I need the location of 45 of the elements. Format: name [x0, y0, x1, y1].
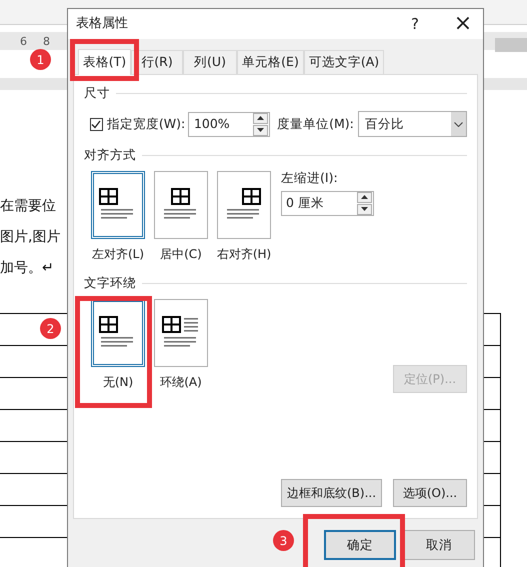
layout-option-button[interactable]: [154, 171, 208, 239]
paragraph-line: 在需要位: [0, 197, 57, 216]
scroll-marker: [495, 38, 527, 52]
spin-down-icon[interactable]: [253, 124, 268, 136]
width-field[interactable]: 100%: [188, 112, 270, 136]
tab[interactable]: 可选文字(A): [304, 50, 384, 74]
help-button[interactable]: ?: [405, 12, 425, 36]
paragraph-line: 图片,图片: [0, 228, 60, 247]
spin-down-icon[interactable]: [357, 204, 372, 215]
highlight-frame: [70, 39, 139, 81]
option-label: 无(N): [102, 374, 134, 391]
tab[interactable]: 表格(T): [78, 49, 131, 75]
paragraph-line: 加号。↵: [0, 259, 55, 278]
step-number: 2: [40, 318, 61, 339]
cancel-button[interactable]: 取消: [403, 530, 475, 560]
ruler-number: 6: [20, 34, 27, 50]
option-label: 居中(C): [160, 246, 202, 263]
tab[interactable]: 单元格(E): [237, 50, 304, 74]
tab[interactable]: 列(U): [183, 50, 237, 74]
field-label: 指定宽度(W):: [106, 114, 186, 133]
option-label: 环绕(A): [160, 374, 202, 391]
dialog-button[interactable]: 选项(O)...: [393, 479, 467, 507]
step-number: 1: [30, 49, 51, 70]
option-label: 右对齐(H): [216, 246, 272, 263]
unit-dropdown[interactable]: 百分比: [358, 111, 467, 137]
ok-button[interactable]: 确定: [324, 530, 396, 560]
section-heading: 对齐方式: [84, 146, 136, 164]
layout-option-button[interactable]: [91, 171, 145, 239]
option-label: 左对齐(L): [92, 246, 144, 263]
spin-up-icon[interactable]: [357, 192, 372, 203]
layout-option-button[interactable]: [154, 299, 208, 367]
checkbox[interactable]: [90, 118, 103, 130]
spin-up-icon[interactable]: [253, 112, 268, 124]
close-button[interactable]: ×: [453, 13, 473, 35]
ruler-number: 8: [43, 34, 50, 50]
layout-option-button[interactable]: [91, 299, 145, 367]
section-heading: 文字环绕: [84, 274, 136, 292]
dialog-button[interactable]: 边框和底纹(B)...: [281, 479, 382, 507]
field-label: 左缩进(I):: [281, 169, 339, 187]
field-label: 度量单位(M):: [277, 114, 355, 133]
window-title: 表格属性: [76, 15, 129, 34]
indent-field[interactable]: 0 厘米: [281, 190, 374, 216]
tab[interactable]: 行(R): [131, 50, 183, 74]
section-heading: 尺寸: [84, 84, 110, 102]
layout-option-button[interactable]: [217, 171, 271, 239]
